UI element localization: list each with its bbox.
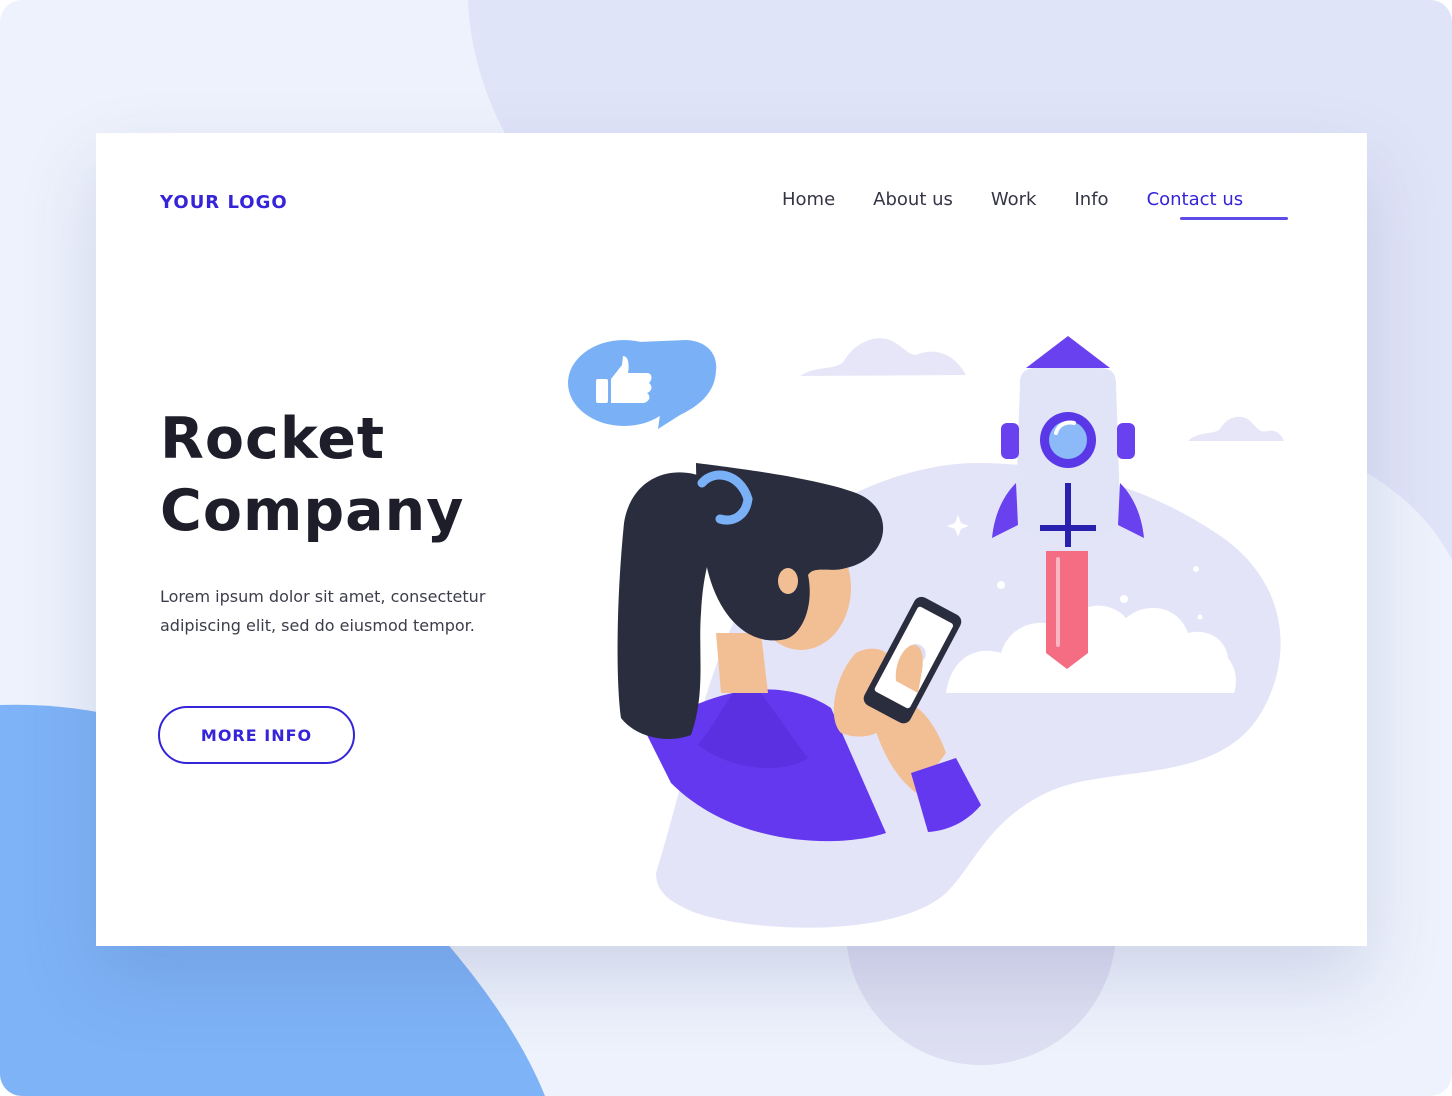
star-dot xyxy=(997,581,1005,589)
rocket-icon xyxy=(992,336,1144,547)
page-background: YOUR LOGO Home About us Work Info Contac… xyxy=(0,0,1452,1096)
rocket-center-line xyxy=(1065,483,1071,547)
cloud-icon xyxy=(800,338,966,376)
woman-neck xyxy=(716,633,768,693)
rocket-nose xyxy=(1026,336,1110,368)
star-dot xyxy=(1193,566,1199,572)
star-dot xyxy=(1197,614,1203,620)
rocket-flame-highlight xyxy=(1056,557,1060,647)
rocket-window xyxy=(1049,421,1087,459)
landing-card: YOUR LOGO Home About us Work Info Contac… xyxy=(96,133,1367,946)
rocket-flame xyxy=(1046,551,1088,669)
cloud-icon xyxy=(1188,416,1284,441)
hero-illustration xyxy=(568,336,1284,928)
thumbs-up-bubble xyxy=(568,340,717,429)
rocket-side-thruster-left xyxy=(1001,423,1019,459)
star-dot xyxy=(1120,595,1128,603)
woman-ear xyxy=(778,568,798,594)
rocket-side-thruster-right xyxy=(1117,423,1135,459)
rocket-base-line xyxy=(1040,525,1096,531)
